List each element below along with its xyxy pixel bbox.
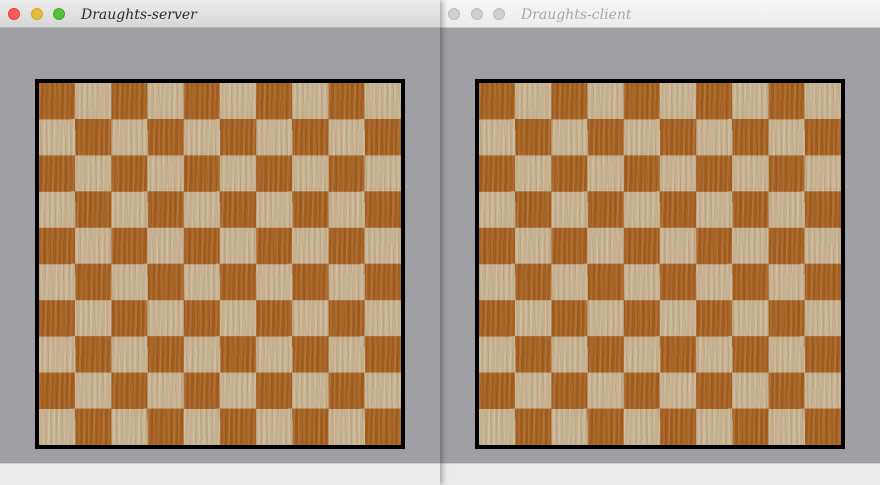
draughts-board[interactable] — [35, 79, 405, 449]
wood-grain-texture — [39, 83, 401, 445]
zoom-button[interactable] — [53, 8, 65, 20]
close-button[interactable] — [8, 8, 20, 20]
title-bar[interactable]: Draughts-server — [0, 0, 440, 28]
zoom-button[interactable] — [493, 8, 505, 20]
wood-grain-texture — [479, 83, 841, 445]
draughts-server-window: Draughts-server — [0, 0, 440, 485]
minimize-button[interactable] — [471, 8, 483, 20]
draughts-client-window: Draughts-client — [440, 0, 880, 485]
window-title: Draughts-server — [81, 7, 197, 23]
status-bar — [440, 463, 880, 485]
close-button[interactable] — [448, 8, 460, 20]
minimize-button[interactable] — [31, 8, 43, 20]
status-bar — [0, 463, 440, 485]
title-bar[interactable]: Draughts-client — [440, 0, 880, 28]
window-title: Draughts-client — [521, 7, 632, 23]
draughts-board[interactable] — [475, 79, 845, 449]
